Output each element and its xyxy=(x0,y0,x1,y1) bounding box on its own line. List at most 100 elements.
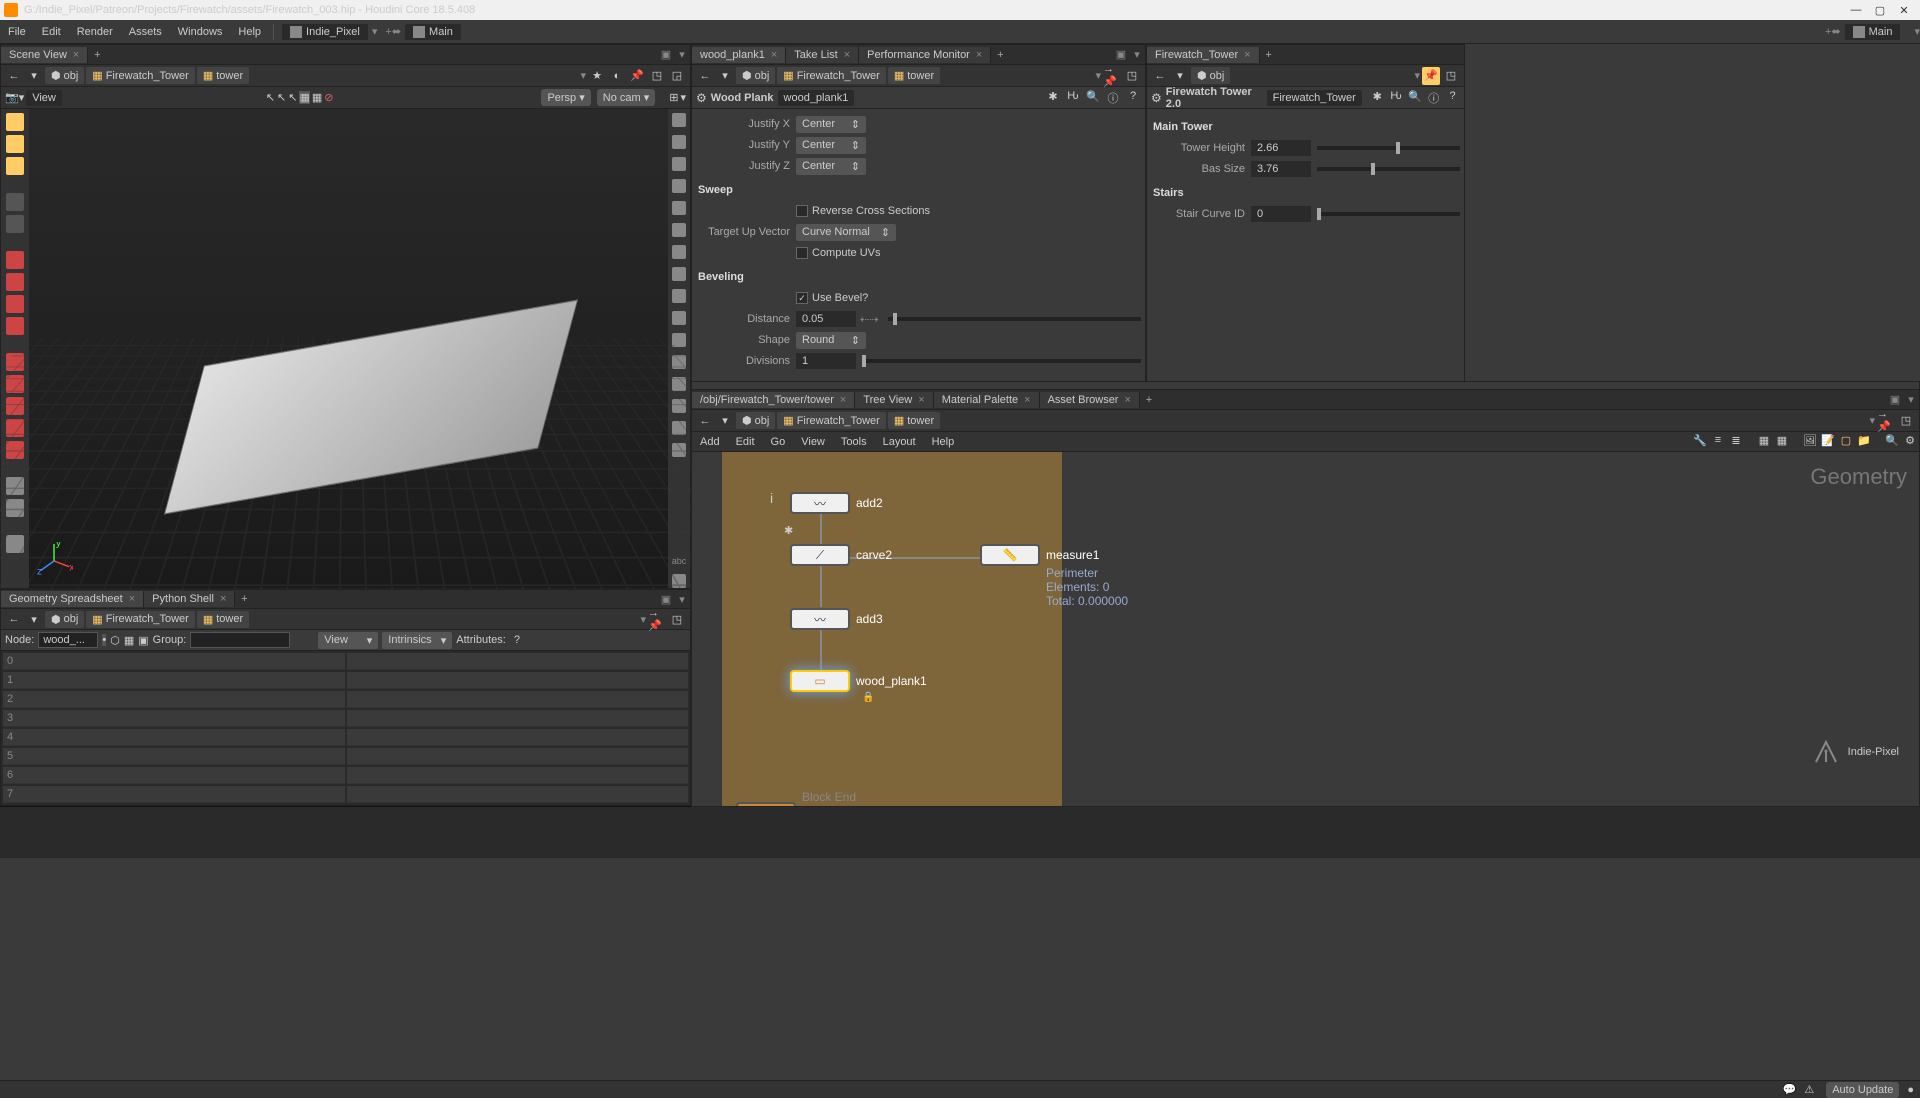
justify-z-dropdown[interactable]: Center⇕ xyxy=(796,158,866,175)
persp-dropdown[interactable]: Persp ▾ xyxy=(541,89,590,106)
nav-link-icon[interactable]: ◳ xyxy=(668,610,686,628)
tab-tree-view[interactable]: Tree View× xyxy=(855,392,933,408)
menu-render[interactable]: Render xyxy=(69,22,121,42)
ss-verts-icon[interactable]: ⬡ xyxy=(110,634,120,647)
disp-ghost-icon[interactable] xyxy=(672,135,686,149)
nav-pin-icon[interactable]: →📌 xyxy=(648,610,666,628)
red4-icon[interactable] xyxy=(6,317,24,335)
node-carve2[interactable]: ⟋ carve2 xyxy=(790,544,892,566)
nav-fwd-icon[interactable]: ▾ xyxy=(716,67,734,85)
node-name-field[interactable]: Firewatch_Tower xyxy=(1267,90,1362,106)
desktop-selector[interactable]: Indie_Pixel xyxy=(282,24,368,40)
table-row[interactable]: 1 xyxy=(3,672,345,689)
net-menu-view[interactable]: View xyxy=(793,434,833,450)
info-icon[interactable]: ⓘ xyxy=(1426,90,1441,106)
net-menu-add[interactable]: Add xyxy=(692,434,728,450)
cam-dropdown[interactable]: No cam ▾ xyxy=(597,89,655,106)
net-folder-icon[interactable]: 📁 xyxy=(1855,434,1873,450)
net-menu-help[interactable]: Help xyxy=(924,434,963,450)
pane-fullscreen-icon[interactable]: ▣ xyxy=(658,593,674,606)
net-menu-go[interactable]: Go xyxy=(763,434,794,450)
nav-back-icon[interactable]: ← xyxy=(5,67,23,85)
gear-icon[interactable]: ⚙ xyxy=(696,91,707,105)
table-row[interactable]: 3 xyxy=(3,710,345,727)
sel-edge-icon[interactable]: ↖ xyxy=(288,91,297,104)
net-grid2-icon[interactable]: ▦ xyxy=(1773,434,1791,450)
reverse-cs-checkbox[interactable] xyxy=(796,205,808,217)
tab-add[interactable]: + xyxy=(235,593,253,605)
template-flag-icon[interactable]: ↑ xyxy=(850,524,856,536)
net-opts-icon[interactable]: ⚙ xyxy=(1901,434,1919,450)
table-row[interactable]: 5 xyxy=(3,748,345,765)
nav-link-icon[interactable]: ◳ xyxy=(1123,67,1141,85)
warning-icon[interactable]: ⚠ xyxy=(1804,1083,1814,1096)
node-foreach-end1[interactable]: ⟳ foreach_end1 xyxy=(736,802,875,806)
nav-back-icon[interactable]: ← xyxy=(1151,67,1169,85)
nav-pin-icon[interactable]: 📌 xyxy=(1422,67,1440,85)
net-box-icon[interactable]: ▢ xyxy=(1837,434,1855,450)
table-row[interactable]: 7 xyxy=(3,786,345,803)
path-firewatch[interactable]: ▦Firewatch_Tower xyxy=(86,67,195,84)
net-wrench-icon[interactable]: 🔧 xyxy=(1691,434,1709,450)
view-label[interactable]: View xyxy=(26,90,62,106)
move-tool-icon[interactable] xyxy=(6,215,24,233)
display-opts-icon[interactable]: ◳ xyxy=(648,67,666,85)
net-note-icon[interactable]: 📝 xyxy=(1819,434,1837,450)
pane-fullscreen-icon[interactable]: ▣ xyxy=(1887,393,1903,406)
net-list1-icon[interactable]: ≡ xyxy=(1709,434,1727,450)
group-input[interactable] xyxy=(190,632,290,648)
sel-obj-icon[interactable]: ↖ xyxy=(266,91,275,104)
tab-network-path[interactable]: /obj/Firewatch_Tower/tower× xyxy=(692,392,855,408)
divisions-slider[interactable] xyxy=(862,359,1141,363)
divisions-input[interactable]: 1 xyxy=(796,353,856,369)
sel-point-icon[interactable]: ↖ xyxy=(277,91,286,104)
tab-add[interactable]: + xyxy=(88,49,106,61)
node-measure1[interactable]: 📏 measure1 xyxy=(980,544,1099,566)
path-obj[interactable]: ⬢obj xyxy=(45,67,84,84)
net-grid1-icon[interactable]: ▦ xyxy=(1755,434,1773,450)
nav-fwd-icon[interactable]: ▾ xyxy=(1171,67,1189,85)
tab-firewatch-tower[interactable]: Firewatch_Tower× xyxy=(1147,47,1260,63)
table-row[interactable]: 2 xyxy=(3,691,345,708)
node-name-field[interactable]: wood_plank1 xyxy=(778,90,855,106)
path-firewatch[interactable]: ▦Firewatch_Tower xyxy=(86,611,195,628)
nav-fwd-icon[interactable]: ▾ xyxy=(25,67,43,85)
path-tower[interactable]: ▦tower xyxy=(888,412,940,429)
nav-ghost-icon[interactable]: ◐ xyxy=(608,67,626,85)
tab-scene-view[interactable]: Scene View× xyxy=(1,47,88,63)
path-firewatch[interactable]: ▦Firewatch_Tower xyxy=(777,67,886,84)
filter-icon[interactable]: ✱ xyxy=(1370,90,1385,106)
disp-5-icon[interactable] xyxy=(672,267,686,281)
path-tower[interactable]: ▦tower xyxy=(888,67,940,84)
tab-material-palette[interactable]: Material Palette× xyxy=(934,392,1040,408)
hierarchy-icon[interactable]: Ԋ xyxy=(1389,90,1404,106)
tab-add[interactable]: + xyxy=(991,49,1009,61)
path-obj[interactable]: ⬢obj xyxy=(736,67,775,84)
node-add2[interactable]: 〰 add2 xyxy=(790,492,883,514)
pane-menu-icon[interactable]: ▾ xyxy=(674,593,690,606)
light-tool-icon[interactable] xyxy=(6,135,24,153)
update-icon[interactable]: ● xyxy=(1907,1084,1914,1096)
view-dropdown[interactable]: View▾ xyxy=(318,632,378,649)
arrow-tool-icon[interactable] xyxy=(6,193,24,211)
network-canvas[interactable]: 〰 add2 i ⟋ carve2 ✱ ↑ 📏 measure1 Perimet… xyxy=(692,452,1919,806)
path-obj[interactable]: ⬢obj xyxy=(1191,67,1230,84)
spreadsheet-table[interactable]: 0 1 2 3 4 5 6 7 xyxy=(1,651,690,805)
table-row[interactable]: 4 xyxy=(3,729,345,746)
path-obj[interactable]: ⬢obj xyxy=(45,611,84,628)
justify-x-dropdown[interactable]: Center⇕ xyxy=(796,116,866,133)
nav-back-icon[interactable]: ← xyxy=(696,412,714,430)
nav-fwd-icon[interactable]: ▾ xyxy=(716,412,734,430)
sel-vertex-icon[interactable]: ▦ xyxy=(312,91,322,104)
bypass-flag-icon[interactable]: ✱ xyxy=(784,524,793,537)
vp-opts-icon[interactable]: ▾ xyxy=(680,91,686,104)
path-tower[interactable]: ▦tower xyxy=(197,67,249,84)
pane-menu-icon[interactable]: ▾ xyxy=(1903,393,1919,406)
red1-icon[interactable] xyxy=(6,251,24,269)
shape-dropdown[interactable]: Round⇕ xyxy=(796,332,866,349)
ss-help-icon[interactable]: ? xyxy=(514,634,520,646)
use-bevel-checkbox[interactable]: ✓ xyxy=(796,292,808,304)
nav-fwd-icon[interactable]: ▾ xyxy=(25,610,43,628)
net-menu-layout[interactable]: Layout xyxy=(875,434,924,450)
maximize-button[interactable]: ▢ xyxy=(1868,2,1892,18)
